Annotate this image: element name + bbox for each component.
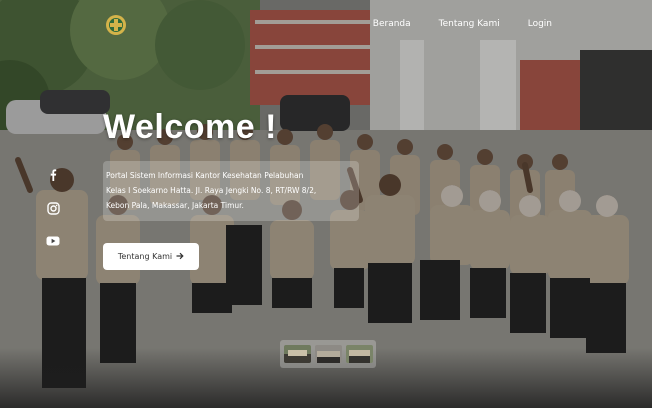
slider-thumbnails bbox=[280, 340, 376, 368]
social-links bbox=[46, 168, 60, 248]
slide-thumbnail-2[interactable] bbox=[314, 345, 342, 363]
hero-description-line: Portal Sistem Informasi Kantor Kesehatan… bbox=[106, 171, 304, 180]
hero-description-box: Portal Sistem Informasi Kantor Kesehatan… bbox=[103, 161, 359, 221]
tentang-kami-button[interactable]: Tentang Kami bbox=[103, 243, 199, 270]
nav-link-tentang-kami[interactable]: Tentang Kami bbox=[439, 19, 500, 29]
slide-thumbnail-3[interactable] bbox=[345, 345, 373, 363]
slide-thumbnail-1[interactable] bbox=[283, 345, 311, 363]
tentang-kami-button-label: Tentang Kami bbox=[117, 252, 173, 261]
hero-description-line: Kelas I Soekarno Hatta. Jl. Raya Jengki … bbox=[106, 186, 317, 195]
nav-menu: Beranda Tentang Kami Login bbox=[373, 19, 552, 29]
nav-link-login[interactable]: Login bbox=[528, 19, 552, 29]
hero-title: Welcome ! bbox=[103, 108, 277, 146]
facebook-icon[interactable] bbox=[46, 168, 60, 182]
instagram-icon[interactable] bbox=[46, 201, 60, 215]
arrow-right-icon bbox=[176, 252, 184, 262]
ministry-emblem-icon[interactable] bbox=[104, 14, 128, 36]
youtube-icon[interactable] bbox=[46, 234, 60, 248]
navbar: Beranda Tentang Kami Login bbox=[0, 0, 652, 52]
hero-description-line: Kebon Pala, Makassar, Jakarta Timur. bbox=[106, 201, 244, 210]
nav-link-beranda[interactable]: Beranda bbox=[373, 19, 411, 29]
